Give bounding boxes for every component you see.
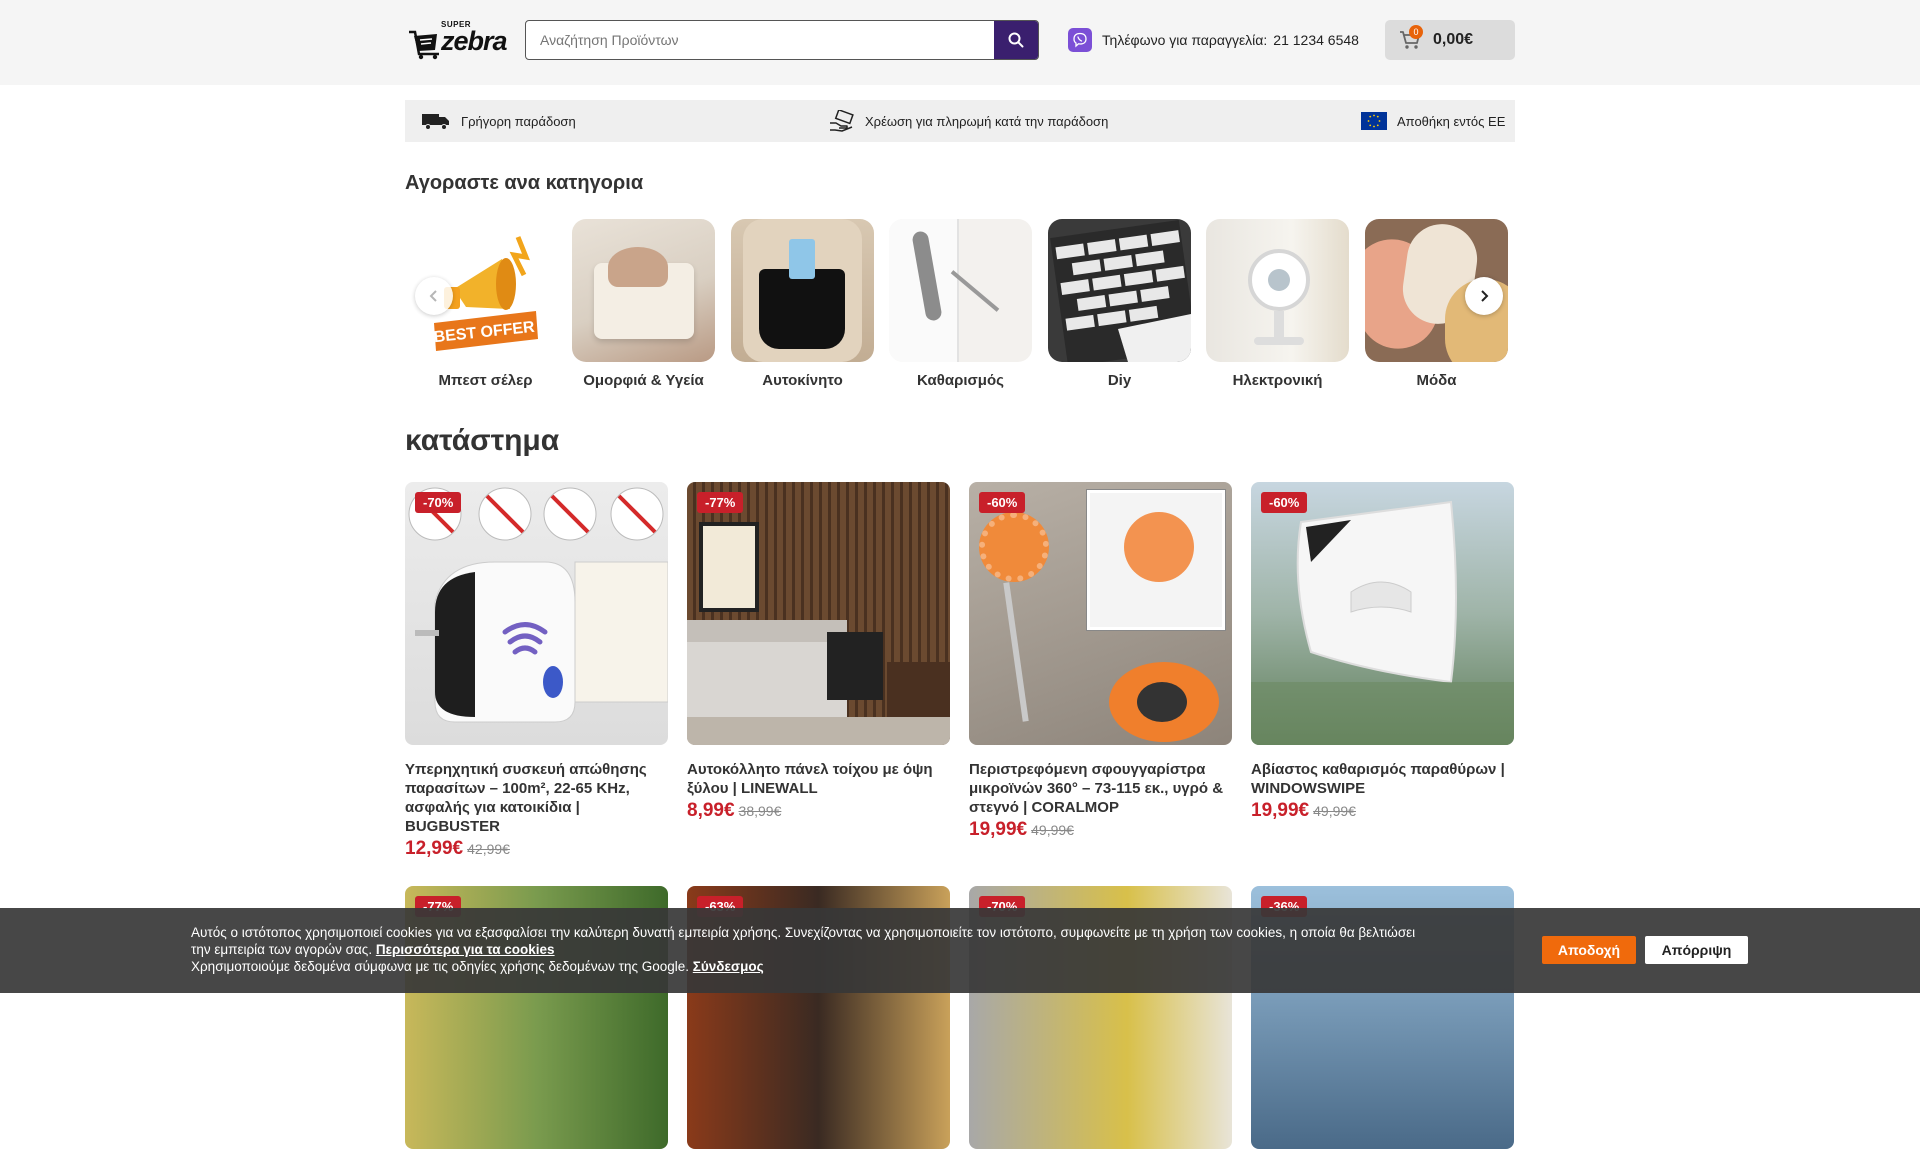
category-image	[572, 219, 715, 362]
category-cleaning[interactable]: Καθαρισμός	[889, 219, 1032, 389]
product-price: 12,99€ 42,99€	[405, 838, 668, 860]
product-card[interactable]: -60% Περιστρεφόμενη σφουγγαρίστρα μικροϊ…	[969, 482, 1232, 841]
product-card[interactable]: -60% Αβίαστος καθαρισμός παραθύρων | WIN…	[1251, 482, 1514, 822]
product-card[interactable]: -70% Υπερηχητική συσκευή απώθησης παρασί…	[405, 482, 668, 860]
cookie-reject-button[interactable]: Απόρριψη	[1645, 936, 1748, 964]
product-image: -60%	[1251, 482, 1514, 745]
cookie-accept-button[interactable]: Αποδοχή	[1542, 936, 1636, 964]
category-carousel: BEST OFFER Μπεστ σέλερ Ομορφιά & Υγεία Α…	[405, 219, 1515, 399]
usp-label: Αποθήκη εντός ΕΕ	[1397, 113, 1506, 129]
cash-hand-icon	[830, 110, 854, 132]
current-price: 12,99€	[405, 838, 464, 859]
category-label: Μπεστ σέλερ	[438, 372, 533, 389]
category-image	[889, 219, 1032, 362]
cookie-more-link[interactable]: Περισσότερα για τα cookies	[376, 942, 555, 957]
chevron-left-icon	[429, 290, 437, 302]
categories-title: Αγοραστε ανα κατηγορια	[405, 172, 644, 194]
carousel-prev-button[interactable]	[415, 277, 453, 315]
search-input[interactable]	[526, 21, 996, 59]
category-label: Αυτοκίνητο	[762, 372, 843, 389]
shop-title: κατάστημα	[405, 424, 560, 457]
current-price: 19,99€	[969, 819, 1028, 840]
usp-label: Χρέωση για πληρωμή κατά την παράδοση	[865, 113, 1109, 129]
product-image: -77%	[687, 482, 950, 745]
category-image	[1206, 219, 1349, 362]
phone-label: Τηλέφωνο για παραγγελία:	[1102, 32, 1268, 48]
phone-number[interactable]: 21 1234 6548	[1273, 32, 1359, 48]
cart-total: 0,00€	[1433, 31, 1474, 48]
old-price: 38,99€	[738, 803, 782, 819]
site-header: SUPER zebra Τηλέφωνο για παραγγελία: 21 …	[0, 0, 1920, 85]
old-price: 49,99€	[1031, 822, 1074, 838]
current-price: 8,99€	[687, 800, 735, 821]
old-price: 49,99€	[1313, 803, 1356, 819]
cookie-banner: Αυτός ο ιστότοπος χρησιμοποιεί cookies γ…	[0, 908, 1920, 993]
eu-flag-icon	[1361, 112, 1387, 130]
category-label: Diy	[1107, 372, 1132, 389]
product-card[interactable]: -77% Αυτοκόλλητο πάνελ τοίχου με όψη ξύλ…	[687, 482, 950, 822]
product-name: Υπερηχητική συσκευή απώθησης παρασίτων –…	[405, 761, 647, 835]
cart-count-badge: 0	[1409, 25, 1423, 39]
cookie-line-3: Χρησιμοποιούμε δεδομένα σύμφωνα με τις ο…	[191, 958, 1521, 975]
discount-badge: -77%	[697, 492, 744, 513]
order-phone[interactable]: Τηλέφωνο για παραγγελία: 21 1234 6548	[1068, 28, 1359, 52]
viber-icon	[1068, 28, 1092, 52]
site-logo[interactable]: SUPER zebra	[405, 18, 508, 60]
discount-badge: -70%	[415, 492, 462, 513]
cookie-line-2-text: την εμπειρία των αγορών σας.	[191, 942, 373, 957]
cookie-line-1: Αυτός ο ιστότοπος χρησιμοποιεί cookies γ…	[191, 925, 1416, 940]
current-price: 19,99€	[1251, 800, 1310, 821]
product-name: Αυτοκόλλητο πάνελ τοίχου με όψη ξύλου | …	[687, 761, 933, 797]
product-image: -60%	[969, 482, 1232, 745]
usp-cash-on-delivery: Χρέωση για πληρωμή κατά την παράδοση	[829, 100, 1108, 142]
usp-bar: Γρήγορη παράδοση Χρέωση για πληρωμή κατά…	[405, 100, 1515, 142]
usp-eu-warehouse: Αποθήκη εντός ΕΕ	[1361, 100, 1505, 142]
truck-icon	[422, 114, 449, 130]
category-label: Ομορφιά & Υγεία	[583, 372, 704, 389]
category-image	[731, 219, 874, 362]
google-data-link[interactable]: Σύνδεσμος	[693, 959, 764, 974]
category-label: Καθαρισμός	[917, 372, 1004, 389]
category-car[interactable]: Αυτοκίνητο	[731, 219, 874, 389]
cookie-line-2: την εμπειρία των αγορών σας. Περισσότερα…	[191, 941, 1521, 958]
discount-badge: -60%	[1261, 492, 1308, 513]
product-image: -70%	[405, 482, 668, 745]
product-name: Αβίαστος καθαρισμός παραθύρων | WINDOWSW…	[1251, 761, 1505, 797]
carousel-next-button[interactable]	[1465, 277, 1503, 315]
category-image	[1048, 219, 1191, 362]
category-label: Ηλεκτρονική	[1232, 372, 1323, 389]
cookie-text: Αυτός ο ιστότοπος χρησιμοποιεί cookies γ…	[191, 924, 1521, 975]
logo-zebra: zebra	[441, 26, 508, 56]
usp-fast-delivery: Γρήγορη παράδοση	[421, 100, 576, 142]
category-electronics[interactable]: Ηλεκτρονική	[1206, 219, 1349, 389]
search-bar	[525, 20, 1039, 60]
product-name: Περιστρεφόμενη σφουγγαρίστρα μικροϊνών 3…	[969, 761, 1224, 816]
cart-button[interactable]: 0 0,00€	[1385, 20, 1515, 60]
discount-badge: -60%	[979, 492, 1026, 513]
search-icon	[1008, 32, 1024, 48]
cookie-line-3-text: Χρησιμοποιούμε δεδομένα σύμφωνα με τις ο…	[191, 959, 690, 974]
product-price: 8,99€ 38,99€	[687, 800, 950, 822]
search-button[interactable]	[994, 21, 1038, 59]
product-price: 19,99€ 49,99€	[1251, 800, 1514, 822]
category-beauty-health[interactable]: Ομορφιά & Υγεία	[572, 219, 715, 389]
old-price: 42,99€	[467, 841, 510, 857]
usp-label: Γρήγορη παράδοση	[461, 113, 576, 129]
category-diy[interactable]: Diy	[1048, 219, 1191, 389]
chevron-right-icon	[1481, 290, 1489, 302]
category-label: Μόδα	[1416, 372, 1457, 389]
product-price: 19,99€ 49,99€	[969, 819, 1232, 841]
